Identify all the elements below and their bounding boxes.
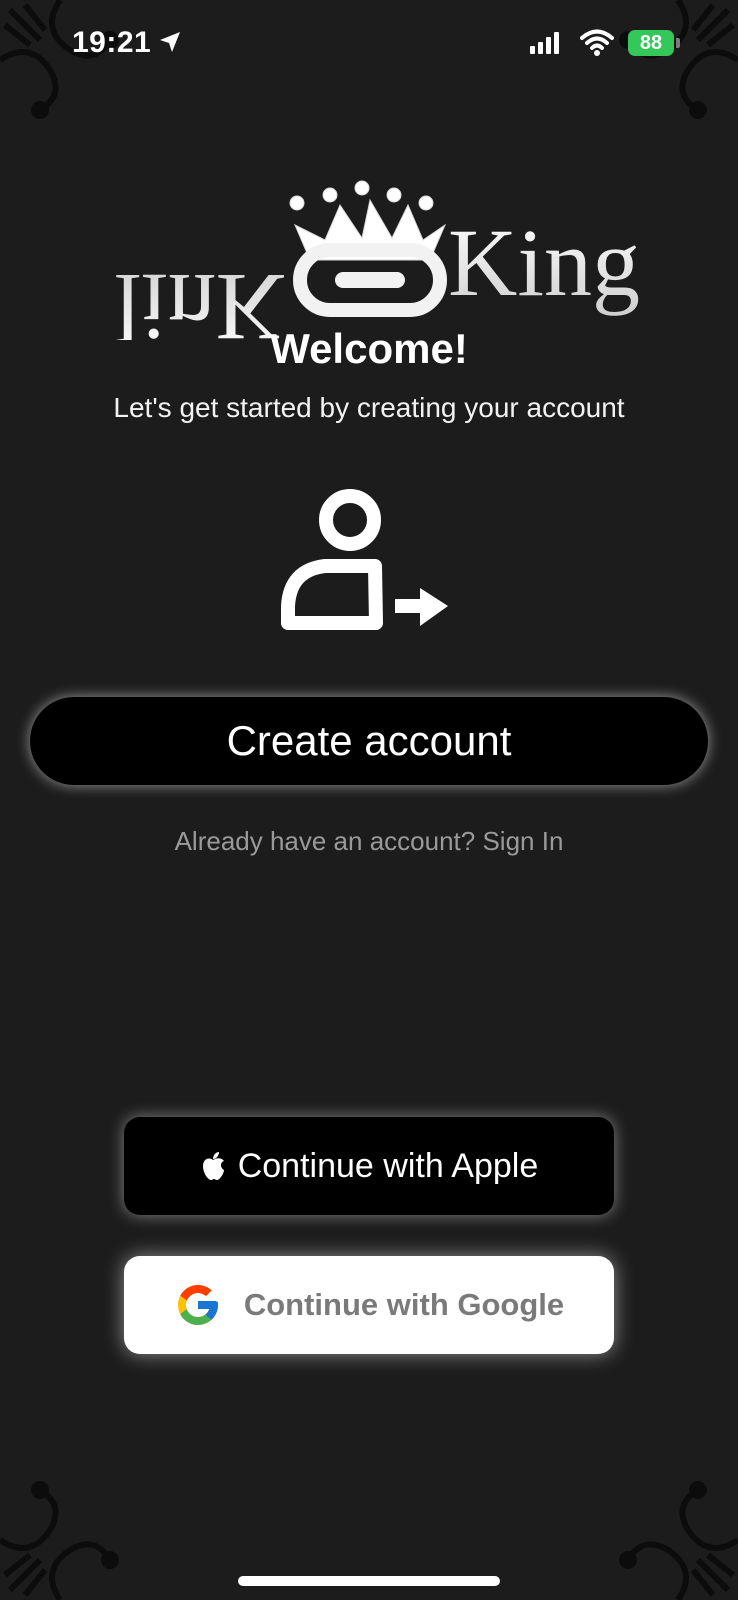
- link-king-logo: linK King: [114, 180, 640, 340]
- status-bar: 19:21 88: [0, 0, 738, 90]
- logo-text-right: King: [448, 209, 640, 316]
- user-arrow-icon: [281, 489, 448, 630]
- google-button-label: Continue with Google: [243, 1287, 565, 1322]
- signal-icon: [530, 32, 559, 54]
- sign-in-link[interactable]: Already have an account? Sign In: [0, 826, 738, 857]
- welcome-title: Welcome!: [270, 325, 468, 372]
- continue-with-apple-button[interactable]: Continue with Apple: [124, 1117, 614, 1215]
- corner-ornament: [619, 1481, 738, 1600]
- apple-button-label: Continue with Apple: [237, 1146, 539, 1185]
- apple-icon: [202, 1152, 224, 1180]
- battery-level: 88: [639, 31, 663, 54]
- location-arrow-icon: [160, 32, 180, 52]
- corner-ornament: [0, 1481, 119, 1600]
- home-indicator[interactable]: [238, 1576, 500, 1586]
- wifi-icon: [580, 29, 614, 56]
- battery-tip: [676, 38, 680, 48]
- continue-with-google-button[interactable]: Continue with Google: [124, 1256, 614, 1354]
- create-account-button[interactable]: Create account: [30, 697, 708, 785]
- google-icon: [177, 1285, 218, 1325]
- create-account-label: Create account: [226, 717, 512, 764]
- battery-icon: 88: [628, 30, 674, 56]
- status-time: 19:21: [72, 26, 152, 59]
- welcome-subtitle: Let's get started by creating your accou…: [113, 392, 625, 423]
